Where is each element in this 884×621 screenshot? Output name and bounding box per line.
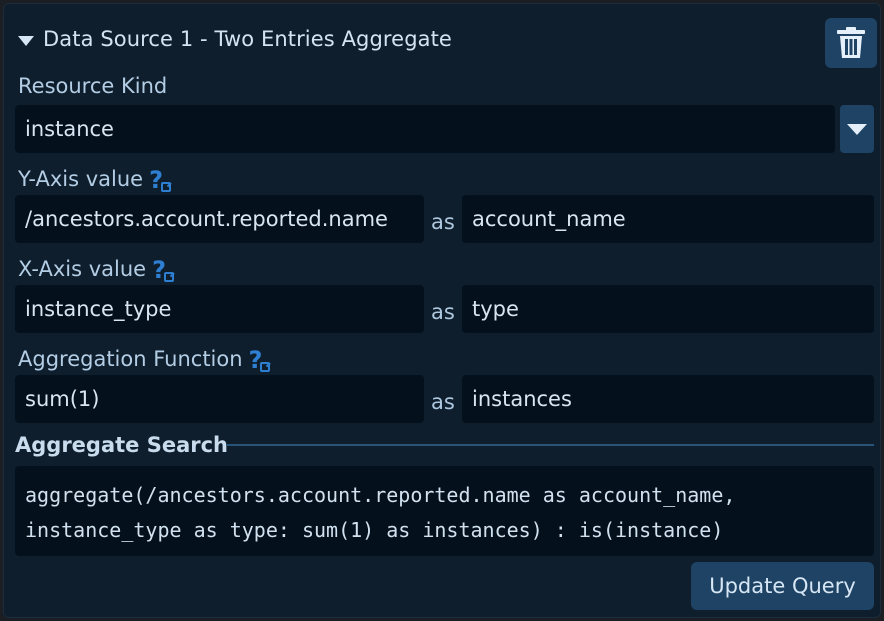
- query-line-2: instance_type as type: sum(1) as instanc…: [25, 518, 724, 542]
- x-axis-alias-input[interactable]: type: [462, 285, 874, 333]
- resource-kind-dropdown-button[interactable]: [840, 105, 874, 153]
- x-axis-label: X-Axis value: [18, 257, 147, 281]
- delete-data-source-button[interactable]: [825, 18, 877, 68]
- y-axis-alias-input[interactable]: account_name: [462, 195, 874, 243]
- x-axis-as-text: as: [431, 300, 455, 324]
- help-external-icon[interactable]: ?: [152, 256, 174, 284]
- y-axis-expression-input[interactable]: /ancestors.account.reported.name: [15, 195, 424, 243]
- trash-icon: [837, 27, 865, 58]
- query-line-1: aggregate(/ancestors.account.reported.na…: [25, 483, 736, 507]
- aggregation-as-text: as: [431, 390, 455, 414]
- x-axis-label-row: X-Axis value?: [18, 254, 174, 284]
- help-external-icon[interactable]: ?: [149, 166, 171, 194]
- caret-down-icon[interactable]: [18, 36, 34, 46]
- aggregation-label: Aggregation Function: [18, 347, 243, 371]
- data-source-panel: Data Source 1 - Two Entries Aggregate Re…: [3, 3, 881, 618]
- y-axis-label-row: Y-Axis value?: [18, 164, 171, 194]
- aggregate-search-title: Aggregate Search: [15, 433, 229, 457]
- data-source-title[interactable]: Data Source 1 - Two Entries Aggregate: [43, 27, 452, 51]
- resource-kind-select[interactable]: instance: [15, 105, 835, 153]
- aggregate-query-textarea[interactable]: aggregate(/ancestors.account.reported.na…: [15, 466, 874, 556]
- aggregation-alias-input[interactable]: instances: [462, 375, 874, 423]
- y-axis-label: Y-Axis value: [18, 167, 144, 191]
- aggregation-expression-input[interactable]: sum(1): [15, 375, 424, 423]
- data-source-header: Data Source 1 - Two Entries Aggregate: [18, 18, 878, 68]
- help-external-icon[interactable]: ?: [249, 346, 271, 374]
- section-divider: [226, 444, 874, 446]
- resource-kind-label: Resource Kind: [18, 74, 168, 98]
- y-axis-as-text: as: [431, 210, 455, 234]
- aggregation-label-row: Aggregation Function?: [18, 344, 271, 374]
- update-query-button[interactable]: Update Query: [691, 562, 874, 610]
- x-axis-expression-input[interactable]: instance_type: [15, 285, 424, 333]
